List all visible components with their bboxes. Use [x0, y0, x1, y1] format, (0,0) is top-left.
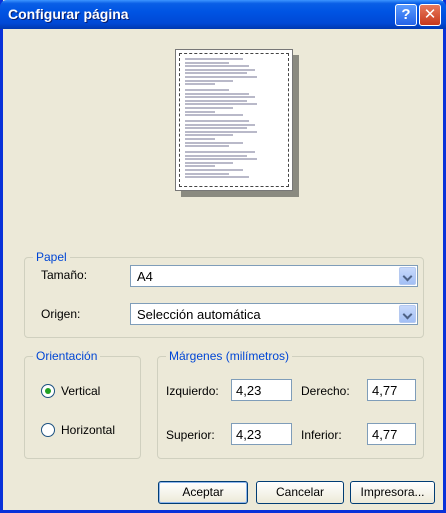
source-select-value: Selección automática [137, 307, 261, 322]
orientation-group: Orientación [24, 349, 141, 459]
preview-text-line [185, 161, 233, 164]
page-preview [175, 49, 293, 191]
preview-text-line [185, 83, 215, 86]
preview-text-line [185, 76, 257, 78]
chevron-down-icon[interactable] [399, 305, 416, 323]
preview-text-line [185, 110, 215, 113]
title-bar: Configurar página ? ✕ [0, 0, 446, 29]
right-margin-input[interactable]: 4,77 [367, 379, 416, 401]
size-label: Tamaño: [41, 268, 88, 282]
preview-text-line [185, 123, 255, 126]
preview-text-line [185, 103, 257, 106]
preview-text-line [185, 165, 215, 168]
ok-button[interactable]: Aceptar [158, 481, 248, 504]
preview-text-line [185, 68, 255, 71]
vertical-label[interactable]: Vertical [61, 384, 100, 398]
chevron-down-icon[interactable] [399, 267, 416, 285]
vertical-radio[interactable] [41, 384, 55, 398]
help-icon: ? [401, 6, 411, 23]
window-title: Configurar página [8, 6, 129, 22]
preview-text-line [185, 138, 215, 140]
preview-text-line [185, 154, 247, 157]
page-preview-margins [179, 53, 289, 187]
margins-group-label: Márgenes (milímetros) [166, 349, 293, 363]
horizontal-label[interactable]: Horizontal [61, 423, 115, 437]
close-button[interactable]: ✕ [419, 4, 441, 26]
page-setup-dialog: Configurar página ? ✕ Papel Tamaño: A4 O… [0, 0, 446, 513]
top-margin-input[interactable]: 4,23 [231, 423, 292, 445]
printer-button[interactable]: Impresora... [350, 481, 435, 504]
preview-text-line [185, 107, 233, 109]
preview-text-line [185, 58, 243, 60]
preview-text-line [185, 89, 229, 91]
source-label: Origen: [41, 307, 81, 321]
preview-text-line [185, 96, 255, 99]
preview-text-line [185, 61, 229, 64]
preview-text-line [185, 145, 229, 148]
orientation-group-label: Orientación [33, 349, 101, 363]
paper-group-label: Papel [33, 250, 70, 264]
size-select[interactable]: A4 [130, 265, 418, 287]
horizontal-radio[interactable] [41, 423, 55, 437]
bottom-margin-label: Inferior: [301, 428, 342, 442]
size-select-value: A4 [137, 269, 153, 284]
preview-text-line [185, 72, 247, 75]
preview-text-line [185, 158, 257, 161]
source-select[interactable]: Selección automática [130, 303, 418, 325]
preview-text-line [185, 114, 243, 117]
preview-text-line [185, 99, 247, 102]
preview-text-line [185, 79, 233, 82]
left-margin-label: Izquierdo: [166, 384, 219, 398]
preview-text-line [185, 120, 249, 122]
close-icon: ✕ [423, 6, 437, 23]
preview-text-line [185, 151, 255, 153]
top-margin-label: Superior: [166, 428, 215, 442]
cancel-button[interactable]: Cancelar [256, 481, 344, 504]
preview-text-line [185, 92, 249, 95]
preview-text-line [185, 169, 243, 171]
bottom-margin-input[interactable]: 4,77 [367, 423, 416, 445]
preview-text-line [185, 65, 249, 68]
help-button[interactable]: ? [395, 4, 417, 26]
preview-text-line [185, 176, 249, 179]
left-margin-input[interactable]: 4,23 [231, 379, 292, 401]
preview-text-line [185, 141, 243, 144]
preview-text-line [185, 127, 247, 130]
right-margin-label: Derecho: [301, 384, 350, 398]
preview-text-line [185, 134, 233, 137]
preview-text-line [185, 130, 257, 133]
preview-text-line [185, 172, 229, 175]
